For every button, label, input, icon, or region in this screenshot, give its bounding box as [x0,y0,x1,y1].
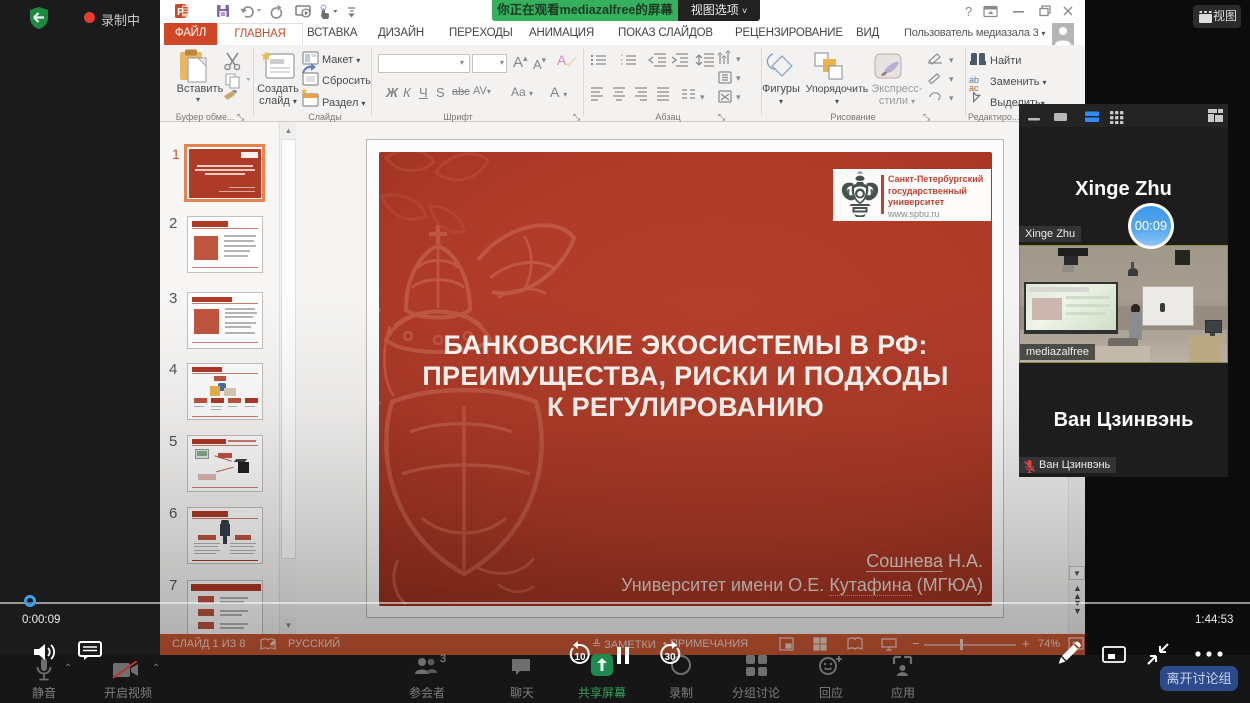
svg-text:▾: ▾ [736,54,741,64]
svg-text:ac: ac [969,83,979,93]
svg-text:10: 10 [574,652,586,663]
svg-text:▾: ▾ [949,55,954,65]
svg-text:▾: ▾ [700,92,705,102]
svg-text:P: P [177,7,184,18]
svg-text:?: ? [965,4,972,19]
svg-text:30: 30 [664,652,676,663]
svg-text:▾: ▾ [949,74,954,84]
svg-text:▾: ▾ [736,73,741,83]
svg-text:▾: ▾ [736,92,741,102]
svg-text:▾: ▾ [949,93,954,103]
